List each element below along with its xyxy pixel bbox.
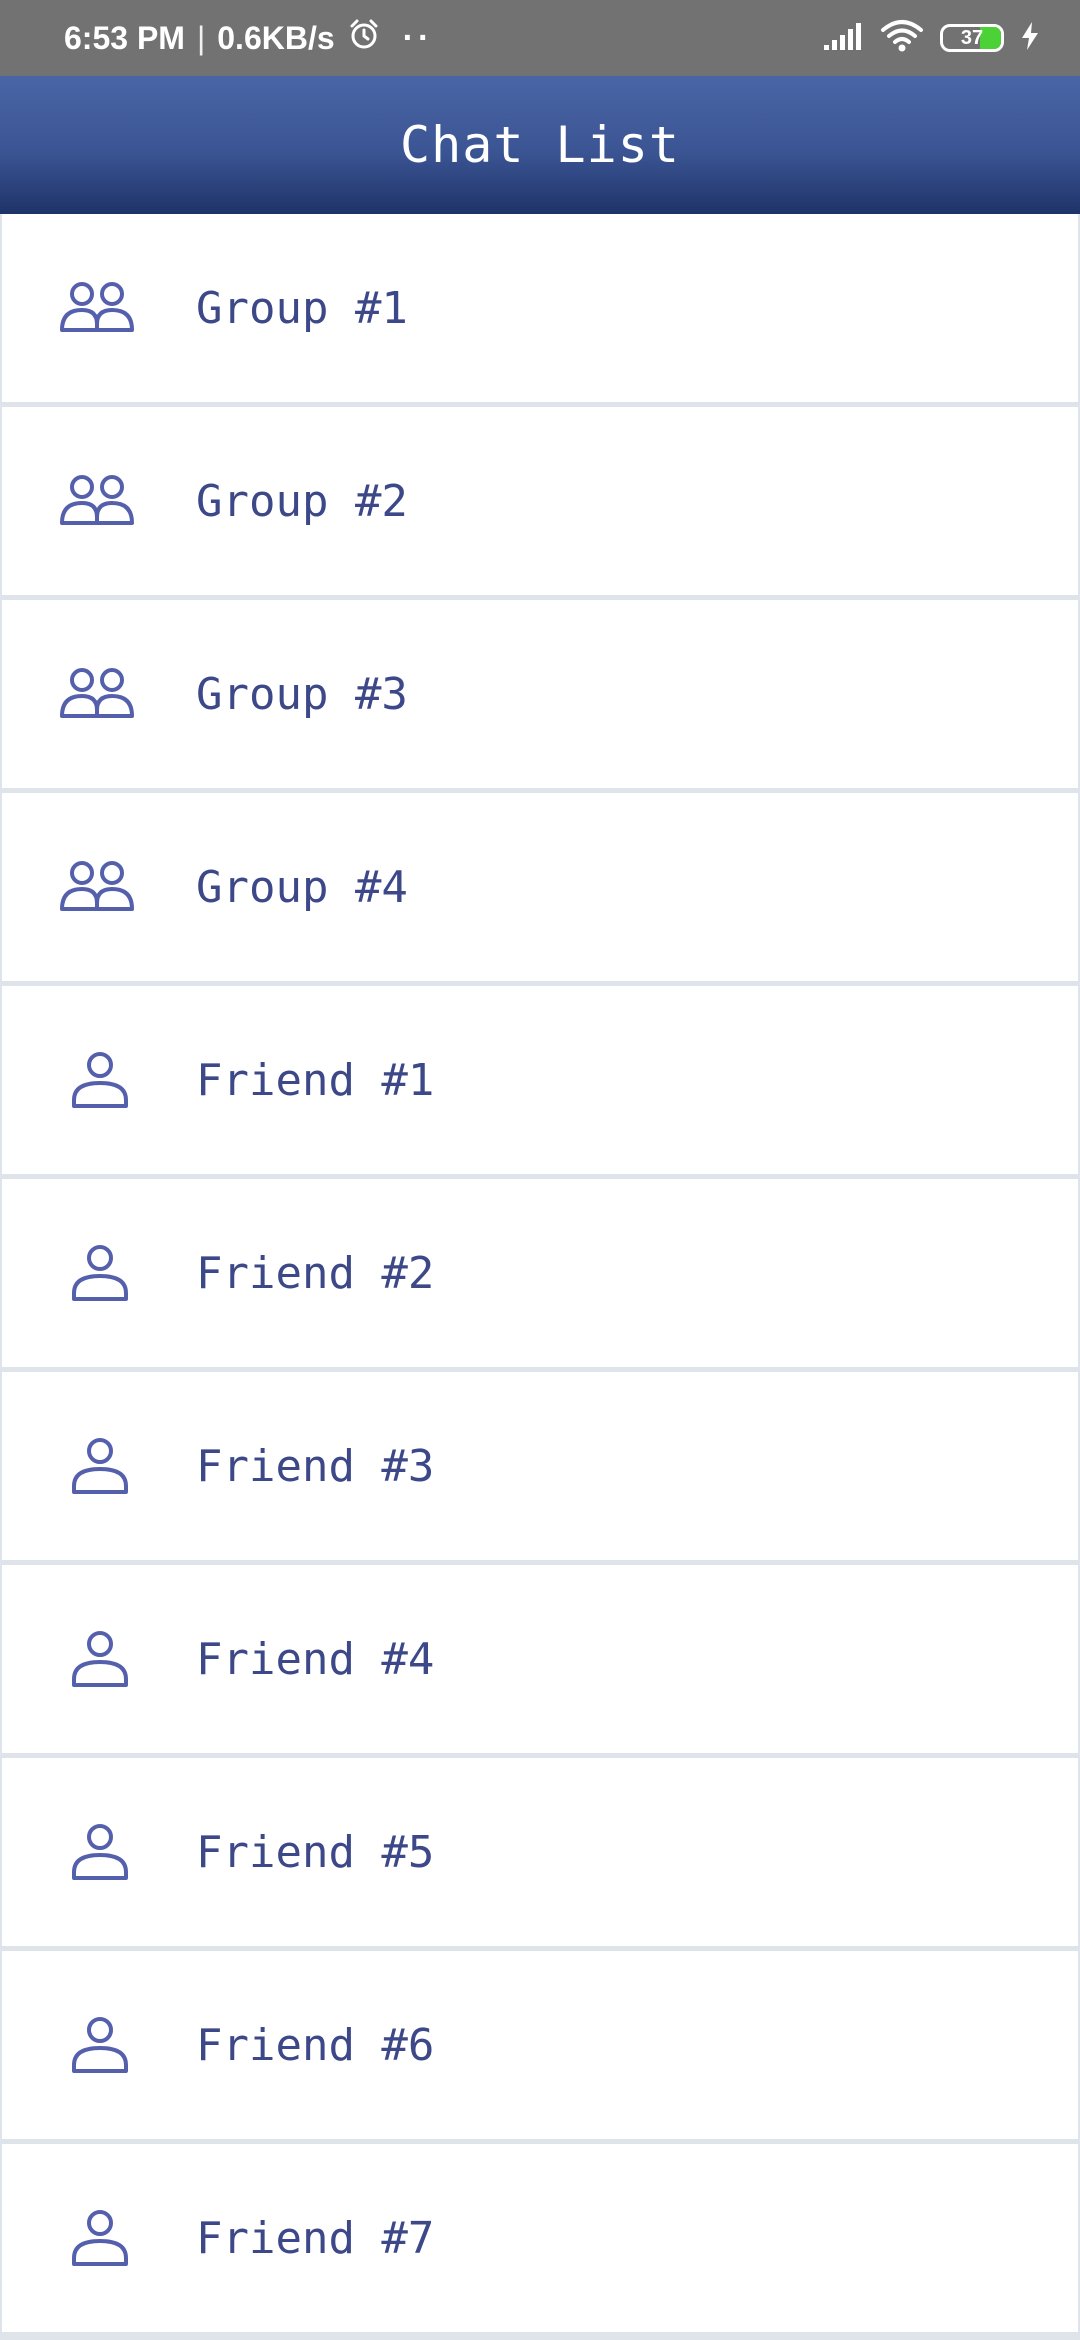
chat-list: Group #1 Group #2 Group #3 Group #4 Frie… xyxy=(0,214,1080,2337)
person-icon xyxy=(56,1436,144,1496)
person-icon xyxy=(56,1629,144,1689)
group-icon xyxy=(56,278,144,338)
status-bar: 6:53 PM | 0.6KB/s ·· 37 xyxy=(0,0,1080,76)
person-icon xyxy=(56,1822,144,1882)
chat-list-item[interactable]: Friend #1 xyxy=(2,986,1078,1179)
person-icon xyxy=(56,2015,144,2075)
person-icon xyxy=(56,1050,144,1110)
chat-list-item[interactable]: Friend #3 xyxy=(2,1372,1078,1565)
chat-list-item[interactable]: Friend #6 xyxy=(2,1951,1078,2144)
chat-label: Group #4 xyxy=(196,861,408,913)
charging-icon xyxy=(1020,21,1040,56)
chat-label: Friend #4 xyxy=(196,1633,435,1685)
more-notifications-icon: ·· xyxy=(402,18,434,57)
chat-label: Friend #6 xyxy=(196,2019,435,2071)
chat-label: Group #1 xyxy=(196,282,408,334)
chat-label: Group #3 xyxy=(196,668,408,720)
group-icon xyxy=(56,857,144,917)
battery-level: 37 xyxy=(960,26,984,49)
page-title: Chat List xyxy=(400,116,680,174)
person-icon xyxy=(56,2208,144,2268)
chat-list-item[interactable]: Friend #4 xyxy=(2,1565,1078,1758)
chat-label: Friend #5 xyxy=(196,1826,435,1878)
network-speed: 0.6KB/s xyxy=(217,19,335,56)
chat-list-item[interactable]: Group #3 xyxy=(2,600,1078,793)
chat-label: Friend #2 xyxy=(196,1247,435,1299)
status-left: 6:53 PM | 0.6KB/s ·· xyxy=(64,17,433,59)
status-separator: | xyxy=(196,19,206,56)
chat-list-item[interactable]: Group #1 xyxy=(2,214,1078,407)
person-icon xyxy=(56,1243,144,1303)
status-right: 37 xyxy=(822,19,1040,58)
chat-label: Friend #1 xyxy=(196,1054,435,1106)
alarm-icon xyxy=(347,17,381,59)
group-icon xyxy=(56,471,144,531)
signal-icon xyxy=(822,21,864,56)
wifi-icon xyxy=(880,19,924,58)
status-time: 6:53 PM xyxy=(64,19,185,56)
chat-list-item[interactable]: Group #2 xyxy=(2,407,1078,600)
chat-list-item[interactable]: Friend #7 xyxy=(2,2144,1078,2337)
chat-list-item[interactable]: Friend #5 xyxy=(2,1758,1078,1951)
app-bar: Chat List xyxy=(0,76,1080,214)
battery-icon: 37 xyxy=(940,24,1004,52)
group-icon xyxy=(56,664,144,724)
chat-label: Friend #7 xyxy=(196,2212,435,2264)
chat-list-item[interactable]: Group #4 xyxy=(2,793,1078,986)
chat-label: Group #2 xyxy=(196,475,408,527)
chat-list-item[interactable]: Friend #2 xyxy=(2,1179,1078,1372)
chat-label: Friend #3 xyxy=(196,1440,435,1492)
